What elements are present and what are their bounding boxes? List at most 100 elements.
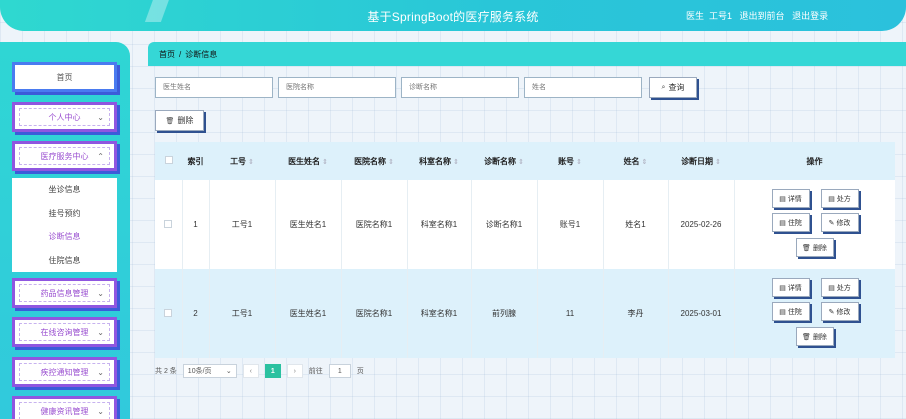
sidebar-item-label: 个人中心 bbox=[48, 112, 81, 122]
col-diagnosis[interactable]: 诊断名称 ⇕ bbox=[471, 142, 537, 180]
prescription-icon: ▤ bbox=[828, 284, 835, 292]
prescription-button[interactable]: ▤ 处方 bbox=[820, 189, 859, 208]
sidebar-item-home[interactable]: 首页 bbox=[12, 62, 117, 92]
edit-icon: ✎ bbox=[828, 219, 835, 227]
cell-account: 账号1 bbox=[537, 180, 604, 269]
select-all-cell[interactable] bbox=[155, 142, 182, 180]
op-label: 处方 bbox=[836, 195, 851, 203]
next-page-button[interactable]: › bbox=[286, 364, 303, 378]
breadcrumb: 首页 / 诊断信息 bbox=[148, 42, 906, 66]
batch-delete-button[interactable]: 🗑 删除 bbox=[155, 110, 204, 131]
sidebar-item-online-consult[interactable]: 在线咨询管理 ⌄ bbox=[12, 317, 117, 347]
prescription-icon: ▤ bbox=[828, 195, 835, 203]
logout-link[interactable]: 退出登录 bbox=[792, 11, 828, 21]
op-label: 详情 bbox=[787, 284, 802, 292]
row-select-cell[interactable] bbox=[155, 180, 183, 269]
sidebar-item-drug-info[interactable]: 药品信息管理 ⌄ bbox=[12, 278, 117, 308]
col-account[interactable]: 账号 ⇕ bbox=[537, 142, 603, 180]
breadcrumb-current: 诊断信息 bbox=[185, 50, 218, 59]
submenu-item-hospitalization[interactable]: 住院信息 bbox=[12, 249, 117, 273]
hospital-name-input[interactable] bbox=[278, 77, 396, 98]
patient-name-input[interactable] bbox=[524, 77, 642, 98]
col-date[interactable]: 诊断日期 ⇕ bbox=[668, 142, 734, 180]
sidebar-item-health-news[interactable]: 健康资讯管理 ⌄ bbox=[12, 396, 117, 419]
col-label: 工号 bbox=[230, 156, 247, 166]
cell-hospital: 医院名称1 bbox=[341, 269, 408, 358]
table-header: 索引 工号 ⇕ 医生姓名 ⇕ 医院名称 ⇕ 科室名称 ⇕ 诊断名称 ⇕ 账号 ⇕ 姓名 ⇕ 诊… bbox=[155, 142, 895, 180]
detail-button[interactable]: ▤ 详情 bbox=[771, 189, 810, 208]
submenu: 坐诊信息 挂号预约 诊断信息 住院信息 bbox=[12, 178, 117, 272]
op-label: 删除 bbox=[812, 244, 827, 252]
submenu-item-appointment[interactable]: 挂号预约 bbox=[12, 202, 117, 226]
delete-row-button[interactable]: 🗑 删除 bbox=[795, 238, 834, 257]
trash-icon: 🗑 bbox=[802, 244, 811, 252]
cell-index: 1 bbox=[182, 180, 210, 269]
trash-icon: 🗑 bbox=[802, 333, 811, 341]
goto-front-link[interactable]: 退出到前台 bbox=[740, 11, 785, 21]
query-button[interactable]: ⌕ 查询 bbox=[649, 77, 697, 98]
table-row: 1 工号1 医生姓名1 医院名称1 科室名称1 诊断名称1 账号1 姓名1 20… bbox=[155, 180, 895, 269]
col-dept[interactable]: 科室名称 ⇕ bbox=[407, 142, 471, 180]
col-name[interactable]: 姓名 ⇕ bbox=[603, 142, 668, 180]
cell-diagnosis: 前列腺 bbox=[471, 269, 538, 358]
diagnosis-name-input[interactable] bbox=[401, 77, 519, 98]
sort-icon: ⇕ bbox=[518, 158, 524, 166]
edit-button[interactable]: ✎ 修改 bbox=[820, 213, 859, 232]
page-size-select[interactable]: 10条/页 ⌄ bbox=[182, 364, 237, 378]
page-number-button[interactable]: 1 bbox=[264, 364, 281, 378]
chevron-right-icon: › bbox=[293, 367, 296, 375]
cell-dept: 科室名称1 bbox=[407, 269, 472, 358]
goto-page-input[interactable]: 1 bbox=[328, 364, 351, 378]
cell-job-no: 工号1 bbox=[209, 180, 276, 269]
col-doctor[interactable]: 医生姓名 ⇕ bbox=[275, 142, 341, 180]
cell-account: 11 bbox=[537, 269, 604, 358]
cell-dept: 科室名称1 bbox=[407, 180, 472, 269]
breadcrumb-home[interactable]: 首页 bbox=[159, 50, 175, 59]
op-label: 详情 bbox=[787, 195, 802, 203]
delete-row-button[interactable]: 🗑 删除 bbox=[795, 327, 834, 346]
hospitalize-icon: ▤ bbox=[779, 308, 786, 316]
col-label: 账号 bbox=[558, 156, 575, 166]
prev-page-button[interactable]: ‹ bbox=[242, 364, 259, 378]
op-label: 住院 bbox=[787, 308, 802, 316]
row-checkbox[interactable] bbox=[164, 219, 173, 228]
col-hospital[interactable]: 医院名称 ⇕ bbox=[341, 142, 407, 180]
hospitalize-button[interactable]: ▤ 住院 bbox=[771, 213, 810, 232]
breadcrumb-separator: / bbox=[179, 50, 182, 59]
delete-button-label: 删除 bbox=[177, 116, 194, 125]
chevron-down-icon: ⌄ bbox=[97, 368, 104, 377]
op-label: 修改 bbox=[836, 308, 851, 316]
user-role: 医生 bbox=[686, 11, 705, 21]
sidebar-item-disease-notice[interactable]: 疾控通知管理 ⌄ bbox=[12, 357, 117, 387]
select-all-checkbox[interactable] bbox=[164, 156, 173, 164]
detail-button[interactable]: ▤ 详情 bbox=[771, 278, 810, 297]
sidebar-item-profile[interactable]: 个人中心 ⌄ bbox=[12, 102, 117, 132]
doctor-name-input[interactable] bbox=[155, 77, 273, 98]
cell-ops: ▤ 详情 ▤ 处方 ▤ 住院 ✎ 修改 🗑 删除 bbox=[734, 180, 895, 269]
chevron-down-icon: ⌄ bbox=[97, 289, 104, 298]
sort-icon: ⇕ bbox=[715, 158, 721, 166]
col-label: 科室名称 bbox=[419, 156, 452, 166]
edit-button[interactable]: ✎ 修改 bbox=[820, 302, 859, 321]
chevron-down-icon: ⌄ bbox=[97, 328, 104, 337]
user-name: 工号1 bbox=[709, 11, 733, 21]
prescription-button[interactable]: ▤ 处方 bbox=[820, 278, 859, 297]
sidebar-item-label: 健康资讯管理 bbox=[40, 406, 89, 416]
submenu-item-consult[interactable]: 坐诊信息 bbox=[12, 178, 117, 202]
row-checkbox[interactable] bbox=[164, 308, 173, 317]
trash-icon: 🗑 bbox=[165, 117, 175, 125]
col-label: 姓名 bbox=[623, 156, 640, 166]
sidebar-item-label: 疾控通知管理 bbox=[40, 367, 89, 377]
op-label: 删除 bbox=[812, 333, 827, 341]
sidebar-item-medical-service[interactable]: 医疗服务中心 ⌃ bbox=[12, 141, 117, 171]
submenu-item-diagnosis[interactable]: 诊断信息 bbox=[12, 225, 117, 249]
hospitalize-button[interactable]: ▤ 住院 bbox=[771, 302, 810, 321]
col-job-no[interactable]: 工号 ⇕ bbox=[209, 142, 275, 180]
query-button-label: 查询 bbox=[668, 83, 685, 92]
op-label: 处方 bbox=[836, 284, 851, 292]
col-index: 索引 bbox=[187, 156, 204, 166]
row-select-cell[interactable] bbox=[155, 269, 183, 358]
sidebar-item-label: 医疗服务中心 bbox=[40, 151, 89, 161]
cell-hospital: 医院名称1 bbox=[341, 180, 408, 269]
page-unit-label: 页 bbox=[356, 368, 364, 375]
